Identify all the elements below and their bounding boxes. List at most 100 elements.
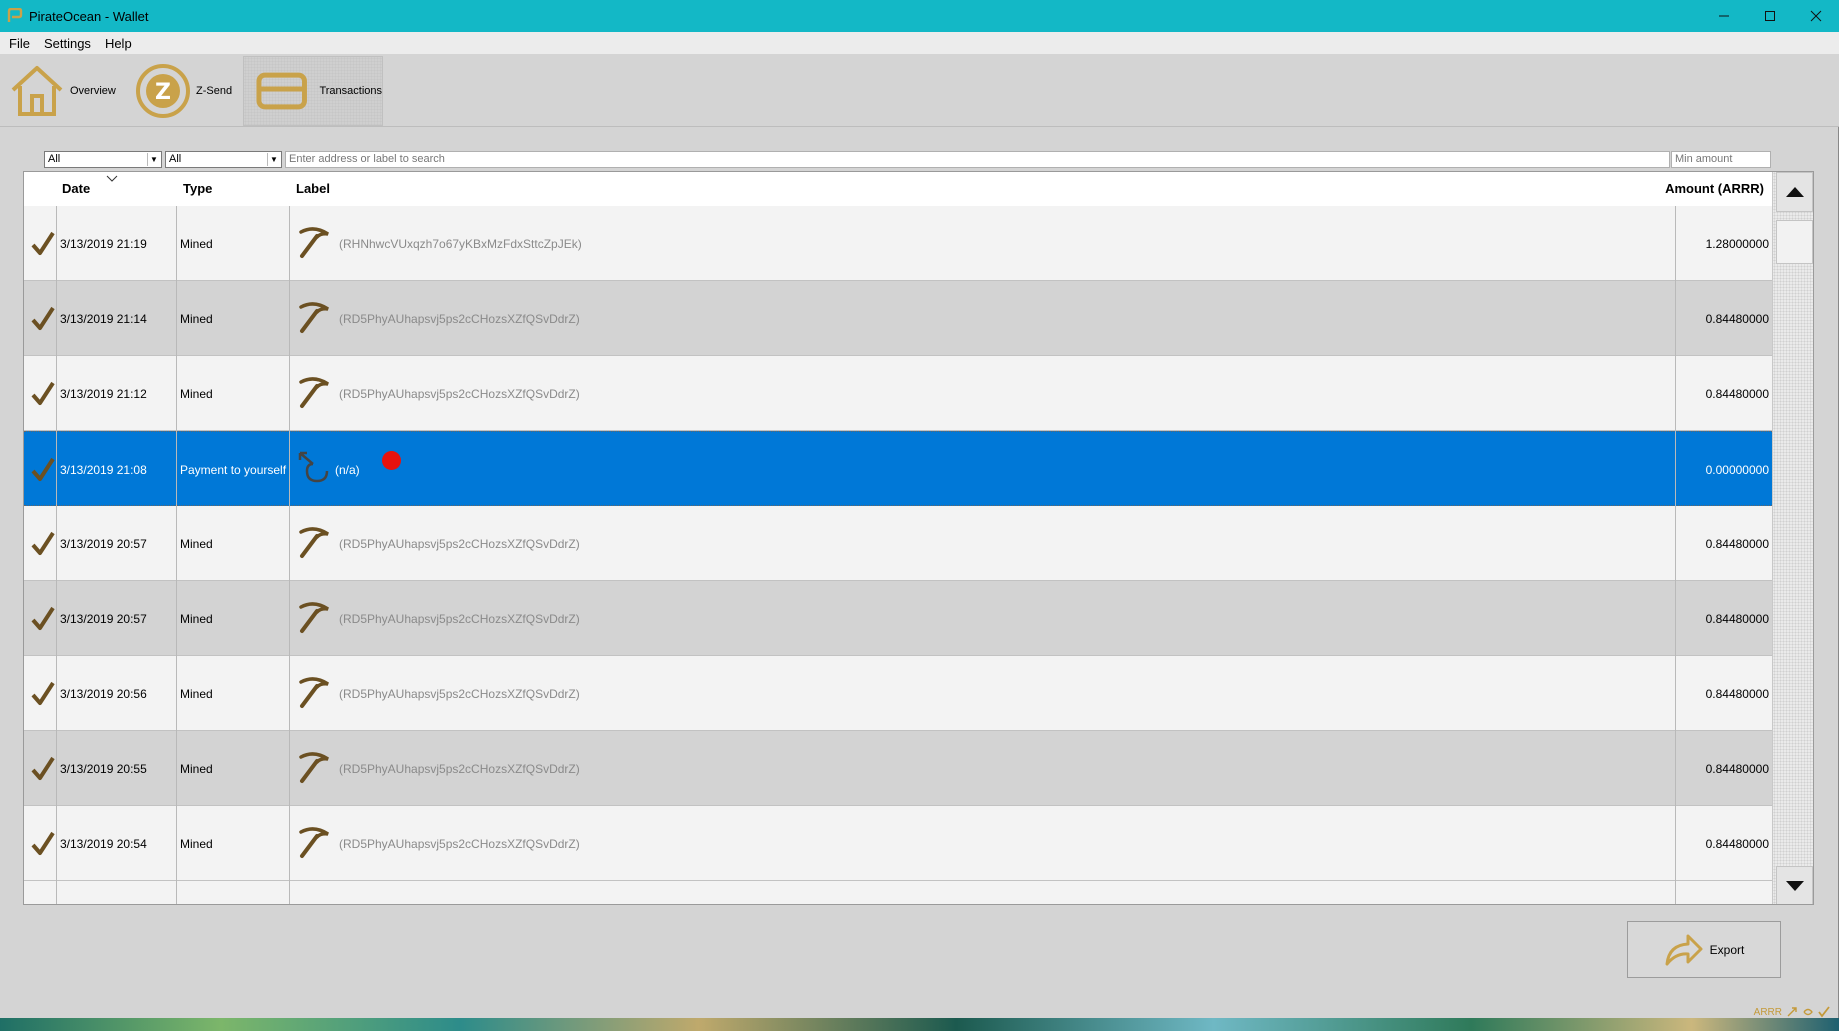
address-label: (RD5PhyAUhapsvj5ps2cCHozsXZfQSvDdrZ) bbox=[339, 311, 580, 326]
desktop-background-strip bbox=[0, 1018, 1839, 1031]
title-bar[interactable]: PirateOcean - Wallet bbox=[0, 0, 1839, 32]
confirmed-check-icon bbox=[31, 306, 55, 330]
table-row[interactable]: 3/13/2019 21:14 Mined (RD5PhyAUhapsvj5ps… bbox=[24, 281, 1772, 356]
pickaxe-icon bbox=[299, 602, 329, 633]
pickaxe-icon bbox=[299, 827, 329, 858]
status-cell bbox=[30, 656, 56, 731]
confirmed-check-icon bbox=[31, 831, 55, 855]
dropdown-arrow-icon: ▼ bbox=[267, 153, 280, 166]
pickaxe-icon bbox=[299, 527, 329, 558]
table-row[interactable]: 3/13/2019 20:55 Mined (RD5PhyAUhapsvj5ps… bbox=[24, 731, 1772, 806]
transactions-table: Date Type Label Amount (ARRR) 3/13/2019 … bbox=[23, 171, 1814, 905]
click-indicator bbox=[382, 451, 401, 470]
confirmed-check-icon bbox=[31, 531, 55, 555]
confirmed-check-icon bbox=[31, 381, 55, 405]
transactions-tab[interactable]: Transactions bbox=[243, 56, 383, 126]
arrow-down-icon bbox=[1785, 881, 1804, 891]
main-toolbar: Overview Z Z-Send Transactions bbox=[0, 54, 1839, 127]
type-cell: Mined bbox=[180, 836, 213, 851]
table-row[interactable]: 3/13/2019 20:54 Mined (RD5PhyAUhapsvj5ps… bbox=[24, 806, 1772, 881]
confirmed-check-icon bbox=[31, 606, 55, 630]
table-row[interactable]: 3/13/2019 21:19 Mined (RHNhwcVUxqzh7o67y… bbox=[24, 206, 1772, 281]
table-row[interactable]: 3/13/2019 21:12 Mined (RD5PhyAUhapsvj5ps… bbox=[24, 356, 1772, 431]
sort-descending-icon[interactable] bbox=[106, 175, 118, 183]
scroll-thumb[interactable] bbox=[1776, 220, 1813, 264]
status-cell bbox=[30, 731, 56, 806]
app-window: PirateOcean - Wallet File Settings Help … bbox=[0, 0, 1839, 1018]
table-row[interactable]: 3/13/2019 20:57 Mined (RD5PhyAUhapsvj5ps… bbox=[24, 506, 1772, 581]
svg-text:Z: Z bbox=[155, 80, 171, 105]
scroll-down-button[interactable] bbox=[1776, 866, 1813, 904]
date-cell: 3/13/2019 20:54 bbox=[60, 836, 147, 851]
type-cell: Mined bbox=[180, 761, 213, 776]
date-cell: 3/13/2019 21:12 bbox=[60, 386, 147, 401]
pickaxe-icon bbox=[299, 377, 329, 408]
type-filter-select[interactable]: All ▼ bbox=[165, 151, 282, 168]
amount-cell: 0.84480000 bbox=[1705, 311, 1769, 326]
status-cell bbox=[30, 281, 56, 356]
table-row[interactable]: 3/13/2019 20:56 Mined (RD5PhyAUhapsvj5ps… bbox=[24, 656, 1772, 731]
table-row[interactable]: 3/13/2019 21:08 Payment to yourself (n/a… bbox=[24, 431, 1772, 506]
column-divider bbox=[56, 206, 57, 904]
maximize-button[interactable] bbox=[1747, 0, 1793, 32]
label-cell: (RD5PhyAUhapsvj5ps2cCHozsXZfQSvDdrZ) bbox=[289, 806, 1675, 881]
date-filter-value: All bbox=[48, 153, 61, 165]
minimize-button[interactable] bbox=[1701, 0, 1747, 32]
min-amount-input[interactable]: Min amount bbox=[1671, 151, 1771, 168]
type-cell: Mined bbox=[180, 236, 213, 251]
date-filter-select[interactable]: All ▼ bbox=[44, 151, 162, 168]
type-cell: Mined bbox=[180, 386, 213, 401]
pickaxe-icon bbox=[299, 752, 329, 783]
label-cell: (RD5PhyAUhapsvj5ps2cCHozsXZfQSvDdrZ) bbox=[289, 356, 1675, 431]
export-label: Export bbox=[1709, 942, 1745, 957]
scroll-up-button[interactable] bbox=[1776, 172, 1813, 212]
amount-cell: 0.84480000 bbox=[1705, 611, 1769, 626]
confirmed-check-icon bbox=[31, 457, 55, 481]
date-cell: 3/13/2019 20:57 bbox=[60, 536, 147, 551]
amount-cell: 1.28000000 bbox=[1705, 236, 1769, 251]
status-cell bbox=[30, 581, 56, 656]
label-cell: (RD5PhyAUhapsvj5ps2cCHozsXZfQSvDdrZ) bbox=[289, 506, 1675, 581]
type-cell: Mined bbox=[180, 536, 213, 551]
label-cell: (RD5PhyAUhapsvj5ps2cCHozsXZfQSvDdrZ) bbox=[289, 656, 1675, 731]
address-label: (RD5PhyAUhapsvj5ps2cCHozsXZfQSvDdrZ) bbox=[339, 536, 580, 551]
amount-cell: 0.84480000 bbox=[1705, 386, 1769, 401]
label-cell: (RD5PhyAUhapsvj5ps2cCHozsXZfQSvDdrZ) bbox=[289, 581, 1675, 656]
z-coin-icon: Z bbox=[136, 64, 190, 118]
zsend-tab[interactable]: Z Z-Send bbox=[134, 56, 234, 126]
export-button[interactable]: Export bbox=[1627, 921, 1781, 978]
table-row[interactable]: 3/13/2019 20:57 Mined (RD5PhyAUhapsvj5ps… bbox=[24, 581, 1772, 656]
column-header-type[interactable]: Type bbox=[183, 172, 212, 206]
date-cell: 3/13/2019 21:14 bbox=[60, 311, 147, 326]
menu-help[interactable]: Help bbox=[98, 36, 139, 51]
vertical-scrollbar[interactable] bbox=[1772, 172, 1813, 904]
type-filter-value: All bbox=[169, 153, 182, 165]
home-icon bbox=[11, 66, 63, 116]
label-cell: (n/a) bbox=[289, 432, 1675, 507]
export-arrow-icon bbox=[1665, 934, 1703, 965]
minimize-icon bbox=[1719, 15, 1729, 17]
status-bar: ARRR bbox=[1754, 1005, 1830, 1019]
menu-bar: File Settings Help bbox=[0, 32, 1839, 54]
confirmed-check-icon bbox=[31, 681, 55, 705]
table-row-partial bbox=[24, 881, 1772, 904]
card-icon bbox=[256, 72, 307, 110]
close-button[interactable] bbox=[1793, 0, 1839, 32]
column-header-label[interactable]: Label bbox=[296, 172, 330, 206]
status-cell bbox=[30, 356, 56, 431]
address-label: (RHNhwcVUxqzh7o67yKBxMzFdxSttcZpJEk) bbox=[339, 236, 582, 251]
menu-settings[interactable]: Settings bbox=[37, 36, 98, 51]
address-label: (RD5PhyAUhapsvj5ps2cCHozsXZfQSvDdrZ) bbox=[339, 386, 580, 401]
column-header-amount[interactable]: Amount (ARRR) bbox=[1665, 172, 1764, 206]
menu-file[interactable]: File bbox=[2, 36, 37, 51]
address-search-input[interactable]: Enter address or label to search bbox=[285, 151, 1670, 168]
overview-tab[interactable]: Overview bbox=[8, 56, 123, 126]
column-divider bbox=[176, 206, 177, 904]
transactions-label: Transactions bbox=[319, 85, 382, 97]
pickaxe-icon bbox=[299, 677, 329, 708]
amount-cell: 0.84480000 bbox=[1705, 536, 1769, 551]
amount-cell: 0.84480000 bbox=[1705, 836, 1769, 851]
column-header-date[interactable]: Date bbox=[62, 172, 90, 206]
dropdown-arrow-icon: ▼ bbox=[147, 153, 160, 166]
date-cell: 3/13/2019 20:56 bbox=[60, 686, 147, 701]
